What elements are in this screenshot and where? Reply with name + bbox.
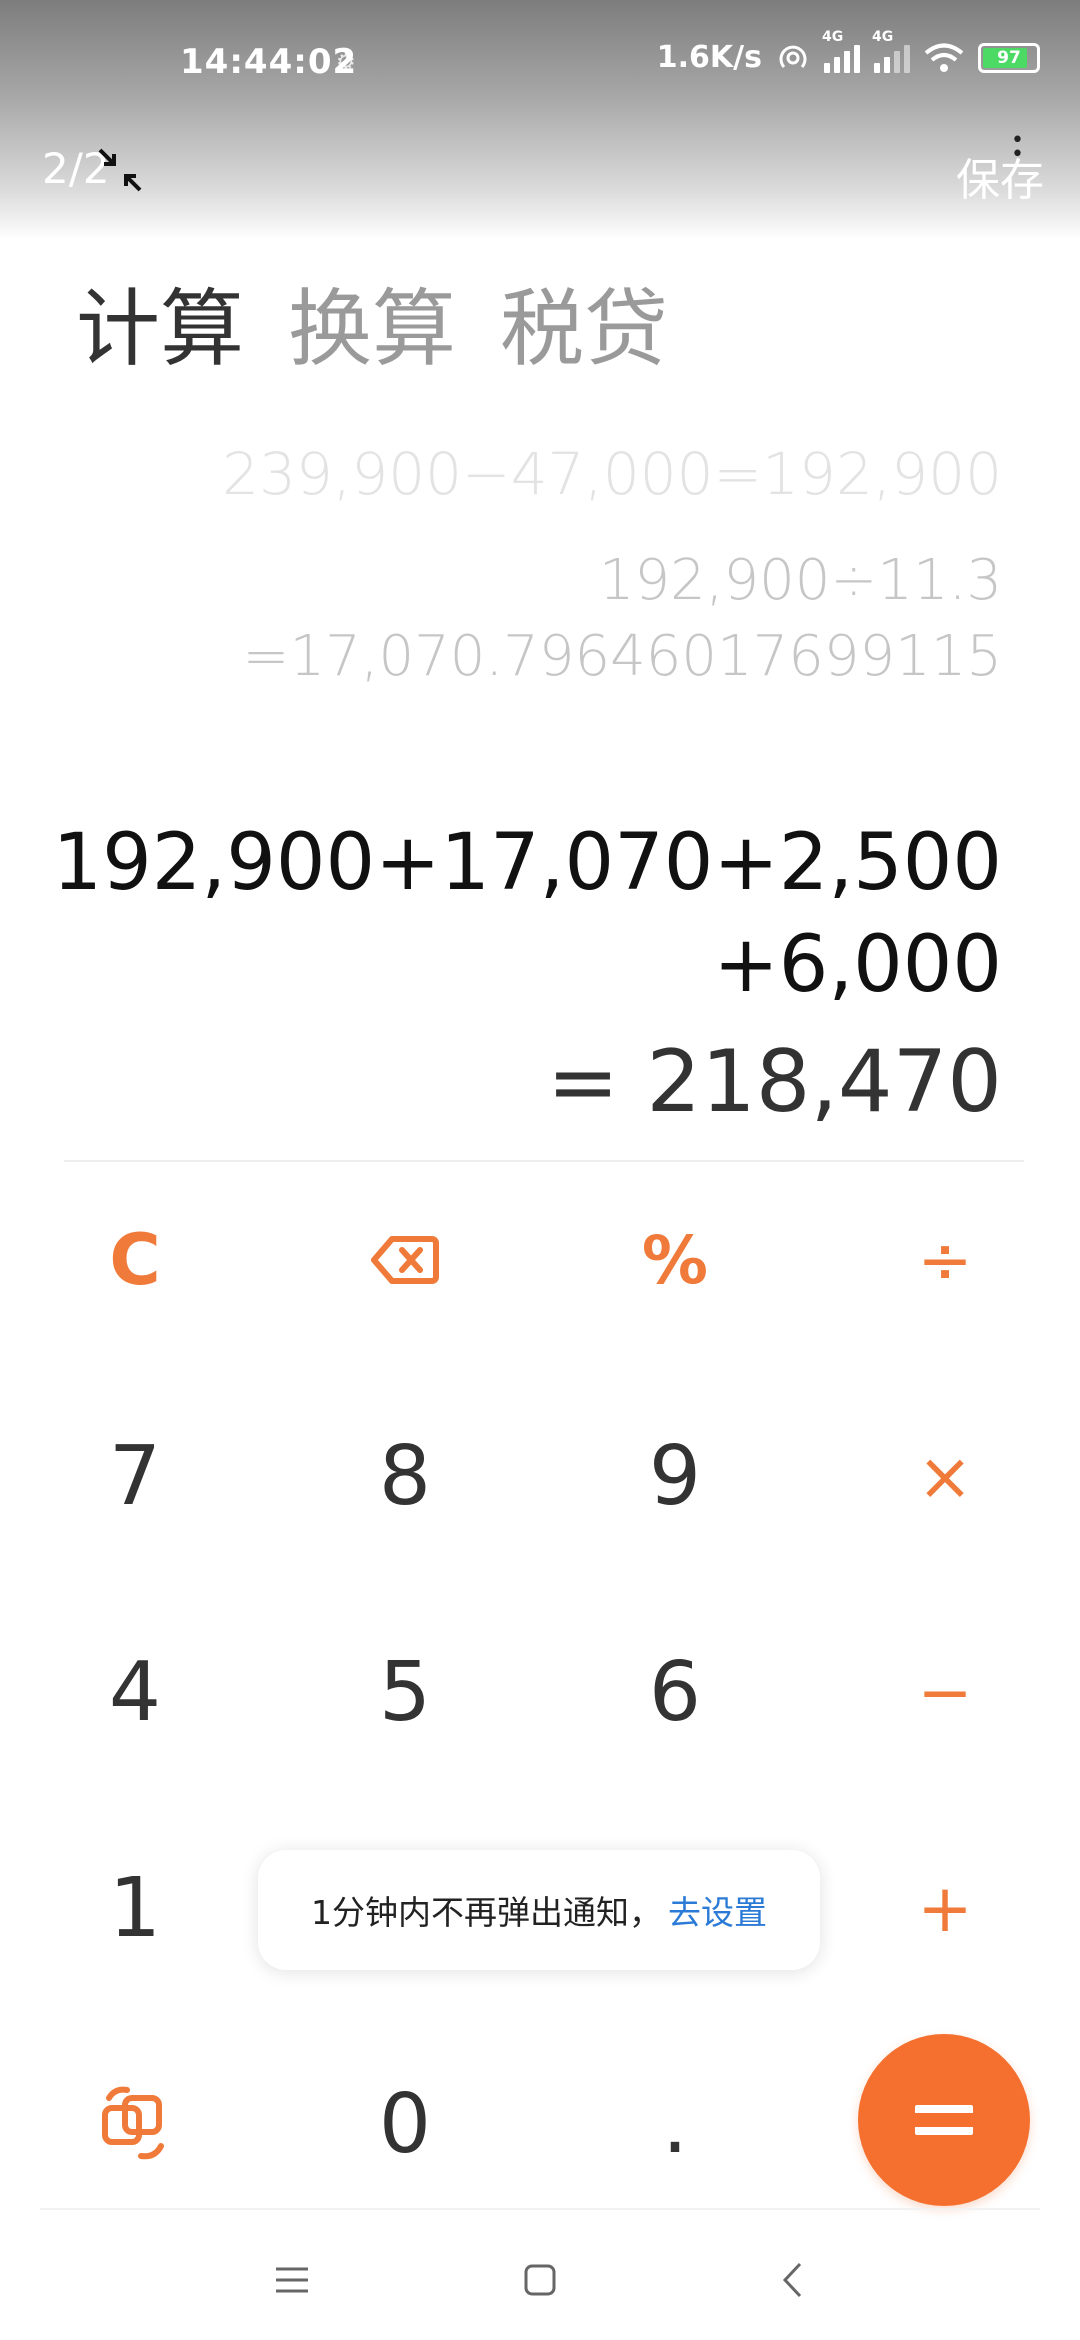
expression-line-2: +6,000: [713, 920, 1002, 1010]
notification-toast: 1分钟内不再弹出通知， 去设置: [258, 1850, 820, 1970]
status-time: 14:44:02: [180, 42, 358, 82]
home-square-icon: [524, 2264, 556, 2296]
save-button[interactable]: 保存: [956, 144, 1044, 208]
digit-1-button[interactable]: 1: [35, 1828, 235, 1988]
signal-icon: 4G: [822, 29, 860, 73]
result-display: = 218,470: [546, 1032, 1002, 1132]
digit-7-button[interactable]: 7: [35, 1396, 235, 1556]
net-speed: 1.6K/s: [656, 40, 762, 75]
equals-icon: [915, 2105, 973, 2135]
equals-button[interactable]: [858, 2034, 1030, 2206]
expression-line-1: 192,900+17,070+2,500: [52, 818, 1002, 908]
digit-6-button[interactable]: 6: [575, 1612, 775, 1772]
tab-convert[interactable]: 换算: [288, 262, 456, 383]
status-bar: 14:44:02 ⚙ 1.6K/s 4G 4G 97: [0, 0, 1080, 120]
digit-5-button[interactable]: 5: [305, 1612, 505, 1772]
menu-icon: [276, 2267, 308, 2293]
tab-calculate[interactable]: 计算: [76, 262, 244, 383]
status-icons: 1.6K/s 4G 4G 97: [656, 29, 1040, 75]
rotate-switch-icon: [102, 2086, 164, 2160]
mode-tabs: 计算 换算 税贷: [76, 262, 668, 383]
display-divider: [64, 1160, 1024, 1162]
toast-settings-link[interactable]: 去设置: [668, 1886, 767, 1934]
digit-4-button[interactable]: 4: [35, 1612, 235, 1772]
clear-button[interactable]: C: [35, 1180, 235, 1340]
mode-switch-button[interactable]: [35, 2044, 235, 2204]
multiply-button[interactable]: ×: [845, 1396, 1045, 1556]
back-chevron-icon: [782, 2262, 802, 2298]
nav-menu-button[interactable]: [232, 2220, 352, 2340]
history-line[interactable]: 192,900÷11.3: [102, 548, 1002, 613]
tab-tax-loan[interactable]: 税贷: [500, 262, 668, 383]
wifi-icon: [924, 43, 964, 72]
battery-icon: 97: [978, 42, 1040, 73]
digit-0-button[interactable]: 0: [305, 2044, 505, 2204]
backspace-icon: [371, 1236, 439, 1284]
history-line[interactable]: 239,900−47,000=192,900: [102, 440, 1002, 508]
toast-text: 1分钟内不再弹出通知，: [311, 1893, 662, 1932]
viewer-bar: 2/2 • • 保存: [0, 130, 1080, 210]
percent-button[interactable]: %: [575, 1180, 775, 1340]
digit-9-button[interactable]: 9: [575, 1396, 775, 1556]
nav-back-button[interactable]: [732, 2220, 852, 2340]
nav-home-button[interactable]: [480, 2220, 600, 2340]
divide-button[interactable]: ÷: [845, 1180, 1045, 1340]
system-nav-bar: [0, 2220, 1080, 2340]
backspace-button[interactable]: [305, 1180, 505, 1340]
keypad-bottom-divider: [40, 2208, 1040, 2210]
battery-level: 97: [997, 47, 1021, 68]
notification-icon: ⚙: [336, 50, 356, 75]
calculator-screen: 14:44:02 ⚙ 1.6K/s 4G 4G 97 2/2 • • 保存 计算…: [0, 0, 1080, 2340]
minus-button[interactable]: −: [845, 1612, 1045, 1772]
decimal-button[interactable]: .: [575, 2044, 775, 2204]
signal-icon-2: 4G: [872, 29, 910, 73]
collapse-icon[interactable]: [96, 146, 144, 194]
hotspot-icon: [779, 45, 807, 68]
digit-8-button[interactable]: 8: [305, 1396, 505, 1556]
plus-button[interactable]: +: [845, 1828, 1045, 1988]
history-line[interactable]: =17,070.79646017699115: [102, 624, 1002, 689]
